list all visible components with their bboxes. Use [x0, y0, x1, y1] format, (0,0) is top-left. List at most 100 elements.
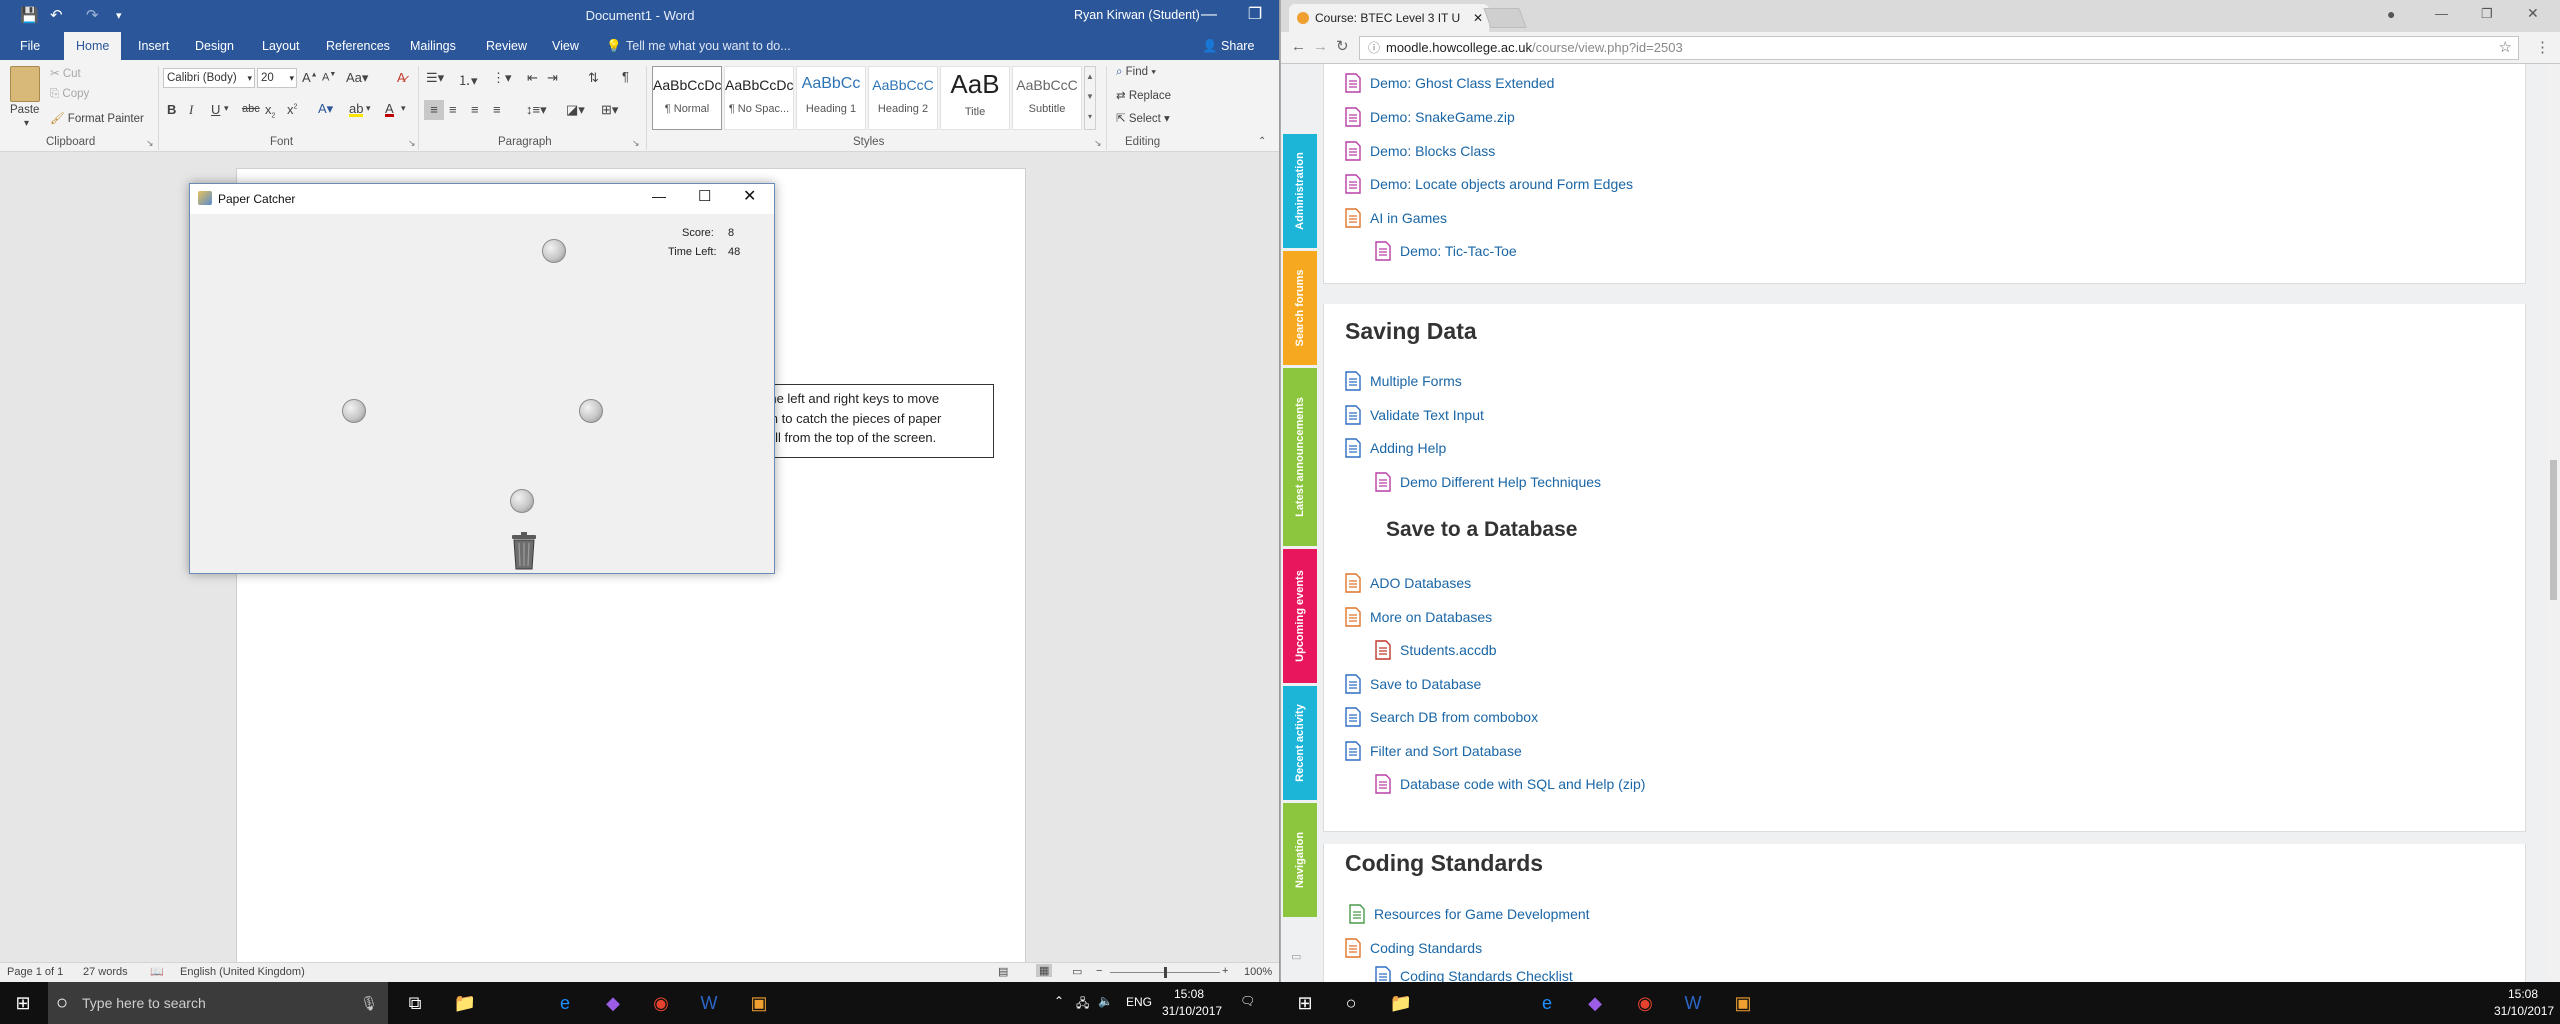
- clipboard-launcher-icon[interactable]: ↘: [146, 138, 154, 149]
- edge-icon[interactable]: e: [542, 982, 588, 1024]
- paragraph-launcher-icon[interactable]: ↘: [632, 138, 640, 149]
- tab-mailings[interactable]: Mailings: [408, 32, 458, 60]
- windows-start-icon[interactable]: ⊞: [0, 982, 46, 1024]
- task-view-icon[interactable]: ⧉: [392, 982, 438, 1024]
- format-painter-button[interactable]: 🖌 Format Painter: [50, 111, 144, 125]
- font-name-combo[interactable]: Calibri (Body) ▾: [163, 68, 255, 88]
- tab-insert[interactable]: Insert: [136, 32, 171, 60]
- block-tab-navigation[interactable]: Navigation: [1283, 803, 1317, 917]
- word-count[interactable]: 27 words: [83, 966, 128, 978]
- highlight-dropdown-icon[interactable]: ▾: [366, 103, 371, 114]
- microphone-icon[interactable]: 🎙: [360, 982, 378, 1024]
- web-layout-icon[interactable]: ▭: [1072, 965, 1082, 978]
- new-tab-button[interactable]: [1483, 8, 1527, 28]
- italic-icon[interactable]: I: [189, 102, 193, 118]
- clock-time[interactable]: 15:08: [2508, 987, 2538, 1001]
- restore-icon[interactable]: ❐: [2481, 6, 2493, 22]
- tab-home[interactable]: Home: [64, 32, 122, 60]
- block-tab-administration[interactable]: Administration: [1283, 134, 1317, 248]
- text-effects-icon[interactable]: A▾: [318, 101, 333, 117]
- style-title[interactable]: AaB Title: [940, 66, 1010, 130]
- maximize-icon[interactable]: ☐: [698, 187, 711, 205]
- page-scrollbar[interactable]: [2547, 64, 2560, 982]
- clock-date[interactable]: 31/10/2017: [2494, 1004, 2554, 1018]
- align-left-icon[interactable]: ≡: [424, 100, 444, 120]
- user-name[interactable]: Ryan Kirwan (Student): [1074, 8, 1200, 22]
- zoom-in-icon[interactable]: +: [1222, 965, 1228, 977]
- app-icon[interactable]: ▣: [736, 982, 782, 1024]
- block-tab-recent-activity[interactable]: Recent activity: [1283, 686, 1317, 800]
- multilevel-list-icon[interactable]: ⋮▾: [492, 70, 512, 86]
- show-marks-icon[interactable]: ¶: [622, 69, 629, 84]
- grow-font-icon[interactable]: A▲: [302, 70, 318, 85]
- collapse-ribbon-icon[interactable]: ⌃: [1258, 136, 1266, 147]
- close-icon[interactable]: ✕: [2527, 5, 2539, 22]
- back-icon[interactable]: ←: [1291, 38, 1306, 55]
- underline-icon[interactable]: U: [211, 102, 220, 117]
- windows-start-icon[interactable]: ⊞: [1282, 982, 1328, 1024]
- font-size-combo[interactable]: 20 ▾: [257, 68, 297, 88]
- numbering-icon[interactable]: ⒈▾: [458, 70, 478, 89]
- tab-layout[interactable]: Layout: [260, 32, 302, 60]
- chrome-icon[interactable]: ◉: [1622, 982, 1668, 1024]
- language-indicator[interactable]: ENG: [1126, 995, 1152, 1009]
- close-icon[interactable]: ✕: [743, 186, 756, 206]
- instructions-textbox[interactable]: Use the left and right keys to move the …: [768, 384, 994, 458]
- strikethrough-icon[interactable]: abc: [242, 103, 260, 115]
- close-tab-icon[interactable]: ✕: [1473, 4, 1483, 32]
- justify-icon[interactable]: ≡: [493, 102, 501, 117]
- styles-launcher-icon[interactable]: ↘: [1094, 138, 1102, 149]
- decrease-indent-icon[interactable]: ⇤: [527, 70, 538, 86]
- replace-button[interactable]: ⇄ Replace: [1116, 88, 1171, 102]
- highlight-icon[interactable]: ab: [349, 101, 364, 117]
- page-count[interactable]: Page 1 of 1: [7, 966, 63, 978]
- paper-catcher-title-bar[interactable]: Paper Catcher — ☐ ✕: [190, 184, 774, 214]
- font-color-dropdown-icon[interactable]: ▾: [401, 103, 406, 114]
- shrink-font-icon[interactable]: A▼: [322, 71, 336, 84]
- zoom-out-icon[interactable]: −: [1096, 965, 1102, 977]
- paste-icon[interactable]: [10, 66, 40, 102]
- print-layout-icon[interactable]: ▦: [1036, 964, 1053, 977]
- browser-tab[interactable]: Course: BTEC Level 3 IT U ✕: [1289, 4, 1489, 32]
- bullets-icon[interactable]: ☰▾: [426, 70, 444, 86]
- shading-icon[interactable]: ◪▾: [566, 102, 585, 118]
- tab-view[interactable]: View: [550, 32, 581, 60]
- language-status[interactable]: English (United Kingdom): [180, 966, 305, 978]
- borders-icon[interactable]: ⊞▾: [601, 102, 618, 118]
- profile-icon[interactable]: ●: [2387, 6, 2395, 22]
- style-heading-1[interactable]: AaBbCc Heading 1: [796, 66, 866, 130]
- taskbar-search-box[interactable]: ○ Type here to search 🎙: [48, 982, 388, 1024]
- word-icon[interactable]: W: [686, 982, 732, 1024]
- superscript-icon[interactable]: x2: [287, 102, 297, 117]
- dock-icon[interactable]: ▭: [1291, 950, 1301, 963]
- style-no-spacing[interactable]: AaBbCcDc ¶ No Spac...: [724, 66, 794, 130]
- block-tab-upcoming-events[interactable]: Upcoming events: [1283, 549, 1317, 683]
- clock-date[interactable]: 31/10/2017: [1162, 1004, 1222, 1018]
- align-center-icon[interactable]: ≡: [449, 102, 457, 117]
- network-icon[interactable]: 🖧: [1076, 994, 1089, 1015]
- zoom-level[interactable]: 100%: [1244, 966, 1272, 978]
- subscript-icon[interactable]: x2: [265, 102, 275, 120]
- clock-time[interactable]: 15:08: [1174, 987, 1204, 1001]
- font-launcher-icon[interactable]: ↘: [408, 138, 416, 149]
- styles-scroll[interactable]: ▲ ▼ ▾: [1084, 66, 1096, 130]
- word-icon[interactable]: W: [1670, 982, 1716, 1024]
- tab-design[interactable]: Design: [193, 32, 236, 60]
- tab-file[interactable]: File: [18, 32, 42, 60]
- line-spacing-icon[interactable]: ↕≡▾: [526, 102, 547, 118]
- scrollbar-thumb[interactable]: [2550, 460, 2557, 600]
- change-case-icon[interactable]: Aa▾: [346, 70, 368, 86]
- block-tab-latest-announcements[interactable]: Latest announcements: [1283, 368, 1317, 546]
- minimize-icon[interactable]: —: [652, 188, 666, 204]
- increase-indent-icon[interactable]: ⇥: [547, 70, 558, 86]
- bin-icon[interactable]: [510, 532, 538, 570]
- forward-icon[interactable]: →: [1313, 38, 1328, 55]
- paste-button[interactable]: Paste: [10, 104, 39, 116]
- font-color-icon[interactable]: A: [385, 101, 394, 117]
- find-button[interactable]: ⌕ Find ▾: [1116, 66, 1156, 79]
- volume-icon[interactable]: 🔈: [1098, 994, 1113, 1008]
- copy-button[interactable]: ⎘ Copy: [50, 88, 89, 101]
- minimize-icon[interactable]: —: [2435, 6, 2448, 21]
- chrome-icon[interactable]: ◉: [638, 982, 684, 1024]
- share-button[interactable]: 👤 Share: [1200, 32, 1256, 60]
